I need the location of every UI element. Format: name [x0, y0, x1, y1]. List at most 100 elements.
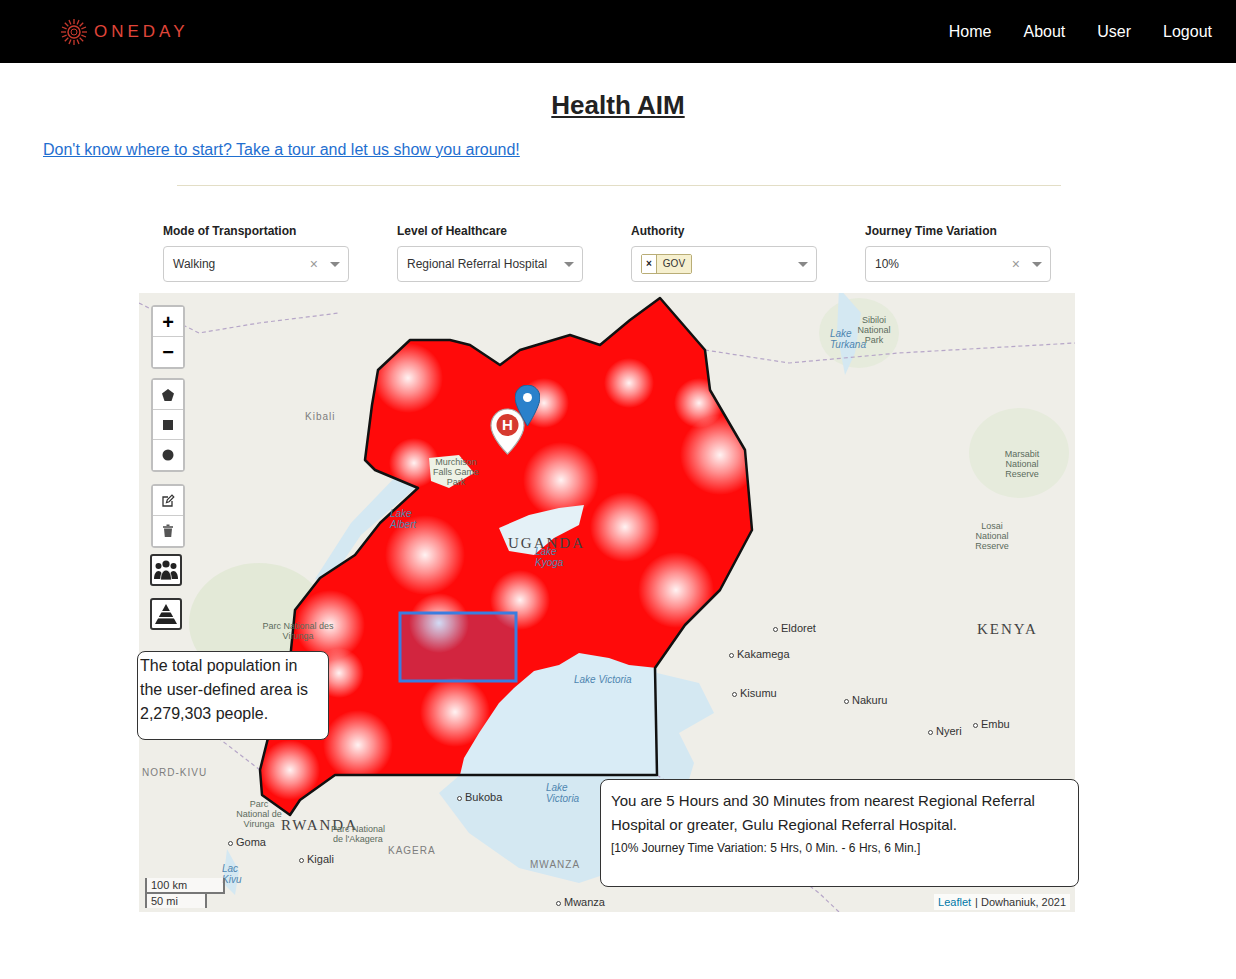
brand-logo[interactable]: ONEDAY: [60, 18, 189, 46]
map-label: Mwanza: [556, 896, 605, 908]
tour-link[interactable]: Don't know where to start? Take a tour a…: [43, 141, 520, 158]
edit-toolbar: [151, 484, 185, 548]
selected-tag: ×GOV: [641, 254, 692, 274]
dropdown-caret-icon[interactable]: [564, 262, 574, 267]
map-label: Nakuru: [844, 694, 887, 706]
dropdown-caret-icon[interactable]: [798, 262, 808, 267]
map-label: Lake Victoria: [574, 674, 634, 685]
filter-select[interactable]: Walking×: [163, 246, 349, 282]
filter-label: Mode of Transportation: [163, 224, 349, 238]
nav-link[interactable]: About: [1023, 23, 1065, 40]
map-label: KENYA: [977, 621, 1038, 638]
zoom-in-button[interactable]: +: [153, 307, 183, 337]
square-icon: [161, 418, 175, 432]
nav-item: User: [1097, 20, 1131, 44]
filter-select[interactable]: 10%×: [865, 246, 1051, 282]
tag-list: ×GOV: [641, 254, 792, 274]
map-label: Lake Victoria: [546, 782, 591, 804]
attribution-text: | Dowhaniuk, 2021: [975, 894, 1066, 911]
pyramid-button[interactable]: [150, 598, 182, 630]
delete-layers-button[interactable]: [153, 516, 183, 546]
sun-logo-icon: [60, 18, 88, 46]
travel-time-variation: [10% Journey Time Variation: 5 Hrs, 0 Mi…: [611, 839, 1068, 857]
nav-link[interactable]: User: [1097, 23, 1131, 40]
nav-link[interactable]: Logout: [1163, 23, 1212, 40]
metric-scale: 100 km: [145, 878, 225, 894]
map-label: Parc National des Virunga: [262, 622, 334, 642]
population-button[interactable]: [150, 554, 182, 586]
map-label: Embu: [973, 718, 1010, 730]
location-pin-icon: [515, 385, 540, 426]
filter-field: Journey Time Variation 10%×: [865, 224, 1051, 282]
select-value: 10%: [875, 255, 1006, 273]
map-label: KAGERA: [388, 845, 436, 856]
filter-select[interactable]: Regional Referral Hospital: [397, 246, 583, 282]
map-label: Kigali: [299, 853, 334, 865]
dropdown-caret-icon[interactable]: [330, 262, 340, 267]
map-label: Goma: [228, 836, 266, 848]
draw-toolbar: [151, 378, 185, 472]
user-defined-area[interactable]: [400, 613, 516, 681]
hospital-letter: H: [490, 415, 525, 435]
travel-time-popup: You are 5 Hours and 30 Minutes from near…: [600, 779, 1079, 887]
map-label: Parc National de Virunga: [235, 800, 283, 830]
filter-field: Authority ×GOV: [631, 224, 817, 282]
clear-button[interactable]: ×: [1006, 254, 1026, 275]
brand-name: ONEDAY: [94, 19, 189, 45]
page-title: Health AIM: [0, 89, 1236, 121]
clear-button[interactable]: ×: [304, 254, 324, 275]
dropdown-caret-icon[interactable]: [1032, 262, 1042, 267]
people-icon: [153, 559, 179, 581]
nav-links: Home About User Logout: [949, 20, 1212, 44]
edit-icon: [161, 494, 175, 508]
edit-layers-button[interactable]: [153, 486, 183, 516]
scale-bar: 100 km50 mi: [145, 878, 225, 908]
tag-label: GOV: [657, 255, 691, 273]
map-label: Lac Kivu: [222, 863, 254, 885]
draw-rectangle-button[interactable]: [153, 410, 183, 440]
filter-label: Authority: [631, 224, 817, 238]
country-border: [260, 298, 752, 815]
filter-label: Journey Time Variation: [865, 224, 1051, 238]
travel-time-text: You are 5 Hours and 30 Minutes from near…: [611, 789, 1068, 837]
map-label: Bukoba: [457, 791, 502, 803]
select-value: Walking: [173, 255, 304, 273]
hospital-marker[interactable]: H: [490, 408, 525, 455]
map-label: Nyeri: [928, 725, 962, 737]
top-navbar: ONEDAY Home About User Logout: [0, 0, 1236, 63]
travel-time-surface: [260, 298, 752, 815]
map[interactable]: Lake TurkanaSibiloi National ParkKibaliM…: [139, 293, 1075, 912]
zoom-controls: +−: [151, 305, 185, 369]
map-label: Parc National de l'Akagera: [325, 825, 391, 845]
divider: [177, 185, 1061, 186]
map-label: Murchison Falls Game Park: [428, 458, 484, 488]
pyramid-icon: [154, 603, 178, 625]
nav-item: Logout: [1163, 20, 1212, 44]
circle-icon: [161, 448, 175, 462]
draw-polygon-button[interactable]: [153, 380, 183, 410]
filter-select[interactable]: ×GOV: [631, 246, 817, 282]
leaflet-link[interactable]: Leaflet: [938, 894, 971, 911]
remove-tag-button[interactable]: ×: [642, 255, 657, 273]
map-label: Marsabit National Reserve: [996, 450, 1048, 480]
imperial-scale: 50 mi: [145, 892, 207, 908]
map-label: Sibiloi National Park: [851, 316, 897, 346]
tour-link-row: Don't know where to start? Take a tour a…: [43, 139, 1236, 161]
trash-icon: [161, 524, 175, 538]
map-label: Lake Albert: [390, 508, 430, 530]
draw-circle-button[interactable]: [153, 440, 183, 470]
map-label: Losai National Reserve: [968, 522, 1016, 552]
select-value: Regional Referral Hospital: [407, 255, 558, 273]
map-label: Lake Kyoga: [535, 546, 575, 568]
app-root: ONEDAY Home About User Logout Health AIM Don't…: [0, 0, 1236, 912]
location-marker[interactable]: [515, 385, 540, 426]
map-label: Eldoret: [773, 622, 816, 634]
filter-bar: Mode of TransportationWalking×Level of H…: [139, 224, 1075, 282]
nav-item: Home: [949, 20, 992, 44]
filter-field: Level of HealthcareRegional Referral Hos…: [397, 224, 583, 282]
map-label: Kisumu: [732, 687, 777, 699]
nav-link[interactable]: Home: [949, 23, 992, 40]
zoom-out-button[interactable]: −: [153, 337, 183, 367]
filter-field: Mode of Transportation Walking×: [163, 224, 349, 282]
nav-item: About: [1023, 20, 1065, 44]
